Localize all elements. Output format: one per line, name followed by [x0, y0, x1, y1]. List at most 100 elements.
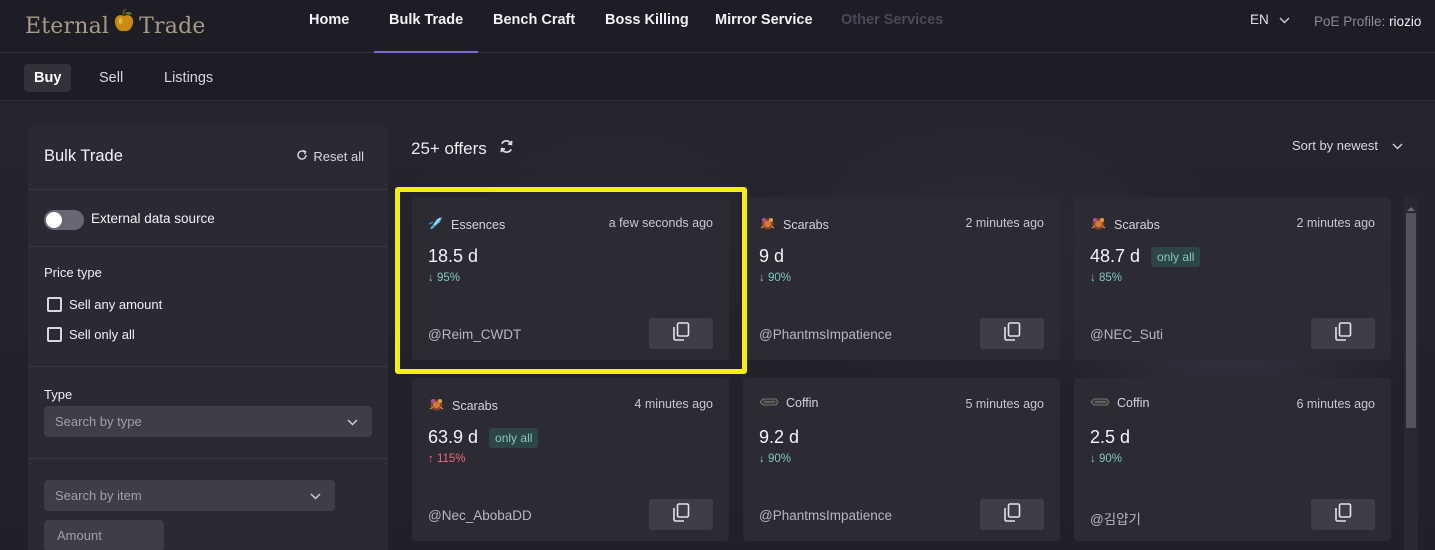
copy-icon [672, 321, 690, 346]
offer-price-row: 48.7 d only all [1090, 246, 1201, 267]
offer-price: 63.9 d [428, 427, 479, 447]
copy-button[interactable] [1311, 318, 1375, 349]
language-label: EN [1250, 12, 1269, 27]
essence-icon [428, 215, 444, 234]
offer-category: Coffin [759, 396, 818, 410]
copy-button[interactable] [1311, 499, 1375, 530]
sell-only-all-checkbox[interactable] [47, 327, 62, 342]
offer-category-label: Coffin [786, 396, 819, 410]
sell-only-all-option[interactable]: Sell only all [47, 327, 135, 342]
item-select-placeholder: Search by item [55, 488, 142, 503]
language-select[interactable]: EN [1250, 0, 1290, 40]
sell-only-all-label: Sell only all [69, 327, 135, 342]
seller-name[interactable]: @Nec_AbobaDD [428, 508, 532, 523]
sell-any-amount-option[interactable]: Sell any amount [47, 297, 162, 312]
copy-button[interactable] [980, 318, 1044, 349]
only-all-badge: only all [1151, 246, 1201, 267]
offer-card[interactable]: Scarabs 2 minutes ago 48.7 d only all ↓ 85% @… [1074, 197, 1391, 360]
offer-price-row: 9.2 d [759, 427, 799, 448]
scroll-up-arrow-icon[interactable] [1407, 200, 1415, 211]
sort-select[interactable]: Sort by newest [1292, 138, 1403, 153]
scrollbar-thumb[interactable] [1406, 213, 1416, 428]
copy-icon [1003, 502, 1021, 527]
nav-home[interactable]: Home [309, 0, 349, 53]
price-type-label: Price type [44, 265, 102, 280]
offer-card[interactable]: Scarabs 2 minutes ago 9 d ↓ 90% @PhantmsImpa… [743, 197, 1060, 360]
offer-category-label: Scarabs [452, 398, 498, 413]
tab-buy[interactable]: Buy [24, 64, 72, 92]
copy-icon [1003, 321, 1021, 346]
offer-time: 2 minutes ago [965, 216, 1044, 230]
tab-listings[interactable]: Listings [154, 64, 223, 92]
sort-label: Sort by newest [1292, 138, 1378, 153]
copy-icon [1334, 502, 1352, 527]
offer-card[interactable]: Essences a few seconds ago 18.5 d ↓ 95% @Rei… [412, 197, 729, 360]
scarab-icon [759, 215, 776, 234]
nav-bench-craft[interactable]: Bench Craft [493, 0, 575, 53]
divider [28, 458, 388, 459]
copy-button[interactable] [649, 318, 713, 349]
tab-sell[interactable]: Sell [89, 64, 133, 92]
nav-other-services[interactable]: Other Services [841, 0, 943, 53]
offer-time: 5 minutes ago [965, 397, 1044, 411]
copy-icon [672, 502, 690, 527]
nav-bulk-trade[interactable]: Bulk Trade [373, 0, 479, 53]
divider [28, 366, 388, 367]
offer-price: 48.7 d [1090, 246, 1141, 266]
nav-mirror-service[interactable]: Mirror Service [715, 0, 813, 53]
price-change: ↓ 90% [759, 272, 791, 284]
type-select[interactable]: Search by type [44, 406, 372, 437]
offer-category: Coffin [1090, 396, 1149, 410]
copy-button[interactable] [649, 499, 713, 530]
copy-button[interactable] [980, 499, 1044, 530]
sell-any-amount-label: Sell any amount [69, 297, 163, 312]
offer-category: Scarabs [759, 215, 829, 234]
seller-name[interactable]: @PhantmsImpatience [759, 508, 892, 523]
sub-tabs: Buy Sell Listings [0, 54, 1435, 101]
copy-icon [1334, 321, 1352, 346]
filter-panel: Bulk Trade Reset all External data sourc… [28, 125, 388, 550]
seller-name[interactable]: @NEC_Suti [1090, 327, 1163, 342]
offer-time: 2 minutes ago [1296, 216, 1375, 230]
offer-time: 4 minutes ago [634, 397, 713, 411]
poe-profile[interactable]: PoE Profile: riozio [1314, 0, 1421, 44]
amount-input[interactable]: Amount [44, 520, 164, 550]
offer-price-row: 9 d [759, 246, 784, 267]
offer-time: a few seconds ago [608, 216, 713, 230]
offer-card[interactable]: Scarabs 4 minutes ago 63.9 d only all ↑ 115%… [412, 378, 729, 541]
offer-category-label: Essences [451, 217, 506, 232]
nav-boss-killing[interactable]: Boss Killing [605, 0, 689, 53]
apple-logo-icon [113, 8, 135, 39]
profile-label: PoE Profile: [1314, 14, 1386, 29]
seller-name[interactable]: @PhantmsImpatience [759, 327, 892, 342]
profile-name: riozio [1389, 14, 1422, 29]
offer-card[interactable]: Coffin 5 minutes ago 9.2 d ↓ 90% @PhantmsImp… [743, 378, 1060, 541]
only-all-badge: only all [489, 427, 539, 448]
external-data-toggle[interactable] [44, 210, 84, 230]
offer-price: 9.2 d [759, 427, 800, 447]
offer-price: 18.5 d [428, 246, 479, 266]
logo[interactable]: Eternal Trade [25, 8, 206, 44]
logo-text-left: Eternal [25, 13, 110, 39]
seller-name[interactable]: @김얍기 [1090, 508, 1141, 528]
chevron-down-icon [1279, 0, 1290, 40]
offer-category-label: Scarabs [1114, 217, 1160, 232]
offer-category: Essences [428, 215, 505, 234]
offer-card[interactable]: Coffin 6 minutes ago 2.5 d ↓ 90% @김얍기 [1074, 378, 1391, 541]
refresh-icon[interactable] [499, 139, 514, 159]
scarab-icon [1090, 215, 1107, 234]
external-data-label: External data source [91, 211, 215, 226]
reset-all-button[interactable]: Reset all [296, 149, 364, 164]
offer-price: 2.5 d [1090, 427, 1131, 447]
price-change: ↓ 90% [759, 453, 791, 465]
coffin-icon [759, 396, 779, 410]
sell-any-amount-checkbox[interactable] [47, 297, 62, 312]
coffin-icon [1090, 396, 1110, 410]
top-navbar: Eternal Trade Home Bulk Trade Bench Craf… [0, 0, 1435, 53]
item-select[interactable]: Search by item [44, 480, 335, 511]
offer-time: 6 minutes ago [1296, 397, 1375, 411]
seller-name[interactable]: @Reim_CWDT [428, 327, 521, 342]
refresh-icon [296, 149, 308, 164]
offer-category: Scarabs [1090, 215, 1160, 234]
offer-category-label: Scarabs [783, 217, 829, 232]
